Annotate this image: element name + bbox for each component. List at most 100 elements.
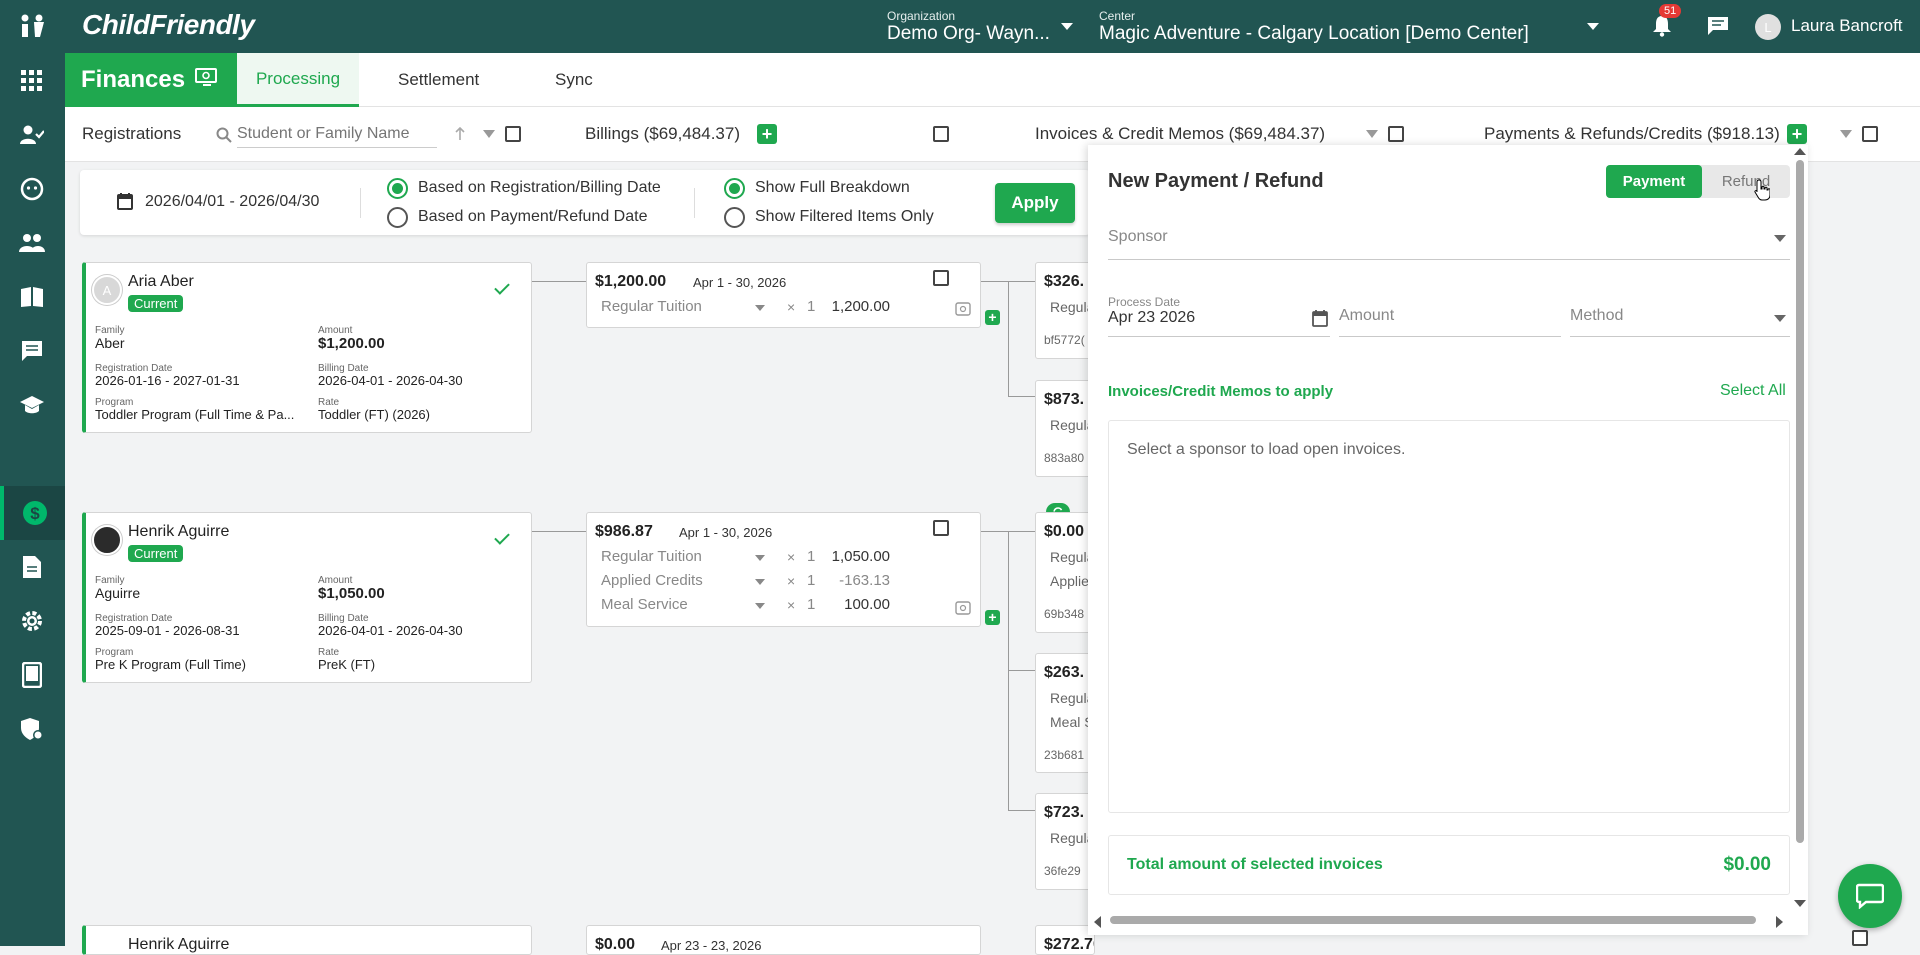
- scroll-down-arrow-icon[interactable]: [1794, 900, 1806, 907]
- scroll-right-arrow-icon[interactable]: [1776, 916, 1783, 928]
- search-input[interactable]: [237, 120, 437, 148]
- line-item-value[interactable]: 1,050.00: [810, 548, 890, 565]
- billing-card[interactable]: $1,200.00 Apr 1 - 30, 2026 Regular Tuiti…: [586, 262, 981, 328]
- radio-filtered-only[interactable]: [724, 207, 745, 228]
- billing-checkbox[interactable]: [933, 520, 949, 536]
- line-item-select[interactable]: Regular Tuition: [601, 548, 702, 565]
- dollar-icon[interactable]: $: [0, 486, 65, 540]
- shield-settings-icon[interactable]: [14, 711, 50, 747]
- book-icon[interactable]: [14, 279, 50, 315]
- add-line-item-button[interactable]: +: [985, 310, 1000, 325]
- gear-icon[interactable]: [14, 603, 50, 639]
- line-item-select[interactable]: Regular Tuition: [601, 298, 702, 315]
- registrations-select-all-checkbox[interactable]: [505, 126, 521, 142]
- organization-select[interactable]: Demo Org- Wayn...: [887, 23, 1050, 45]
- monitor-cash-icon[interactable]: [195, 66, 219, 94]
- invoice-line: Applie: [1050, 573, 1089, 589]
- radio-payment-date-label[interactable]: Based on Payment/Refund Date: [418, 208, 647, 226]
- center-select[interactable]: Magic Adventure - Calgary Location [Demo…: [1099, 23, 1529, 45]
- radio-full-breakdown-label[interactable]: Show Full Breakdown: [755, 179, 910, 197]
- chevron-down-icon[interactable]: [755, 603, 765, 609]
- add-billing-button[interactable]: +: [757, 124, 777, 144]
- chat-support-button[interactable]: [1838, 864, 1902, 928]
- center-chevron-icon[interactable]: [1587, 23, 1599, 30]
- vertical-scrollbar[interactable]: [1796, 160, 1804, 843]
- bell-icon[interactable]: [1652, 15, 1672, 42]
- amount-value: $1,050.00: [318, 585, 385, 602]
- radio-registration-date[interactable]: [387, 178, 408, 199]
- invoice-card[interactable]: $0.00 Regula Applie 69b348: [1035, 512, 1095, 633]
- apply-button[interactable]: Apply: [995, 183, 1075, 223]
- chevron-down-icon[interactable]: [755, 579, 765, 585]
- registrations-filter-icon[interactable]: [483, 130, 495, 138]
- calendar-icon[interactable]: [117, 192, 133, 215]
- invoice-id: 69b348: [1044, 607, 1085, 621]
- avatar[interactable]: L: [1755, 14, 1781, 40]
- chevron-down-icon[interactable]: [755, 305, 765, 311]
- tab-settlement[interactable]: Settlement: [398, 53, 479, 107]
- billing-card[interactable]: $986.87 Apr 1 - 30, 2026 Regular Tuition…: [586, 512, 981, 627]
- receipt-icon[interactable]: [955, 601, 971, 620]
- horizontal-scrollbar[interactable]: [1110, 916, 1756, 924]
- invoices-filter-icon[interactable]: [1366, 130, 1378, 138]
- scroll-left-arrow-icon[interactable]: [1094, 916, 1101, 928]
- registration-card[interactable]: Henrik Aguirre: [82, 925, 532, 955]
- radio-payment-date[interactable]: [387, 207, 408, 228]
- date-range[interactable]: 2026/04/01 - 2026/04/30: [145, 193, 319, 211]
- radio-registration-date-label[interactable]: Based on Registration/Billing Date: [418, 179, 661, 197]
- method-select[interactable]: Method: [1570, 295, 1790, 337]
- radio-full-breakdown[interactable]: [724, 178, 745, 199]
- chevron-down-icon[interactable]: [1774, 315, 1786, 322]
- rate-value: PreK (FT): [318, 657, 376, 672]
- tab-processing[interactable]: Processing: [237, 53, 359, 107]
- add-payment-button[interactable]: +: [1787, 124, 1807, 144]
- line-item-value[interactable]: -163.13: [810, 572, 890, 589]
- organization-chevron-icon[interactable]: [1061, 23, 1073, 30]
- sort-arrow-icon[interactable]: [454, 126, 466, 146]
- chat-icon[interactable]: [14, 333, 50, 369]
- line-item-value[interactable]: 1,200.00: [810, 298, 890, 315]
- people-icon[interactable]: [14, 225, 50, 261]
- billings-select-all-checkbox[interactable]: [933, 126, 949, 142]
- payment-toggle-button[interactable]: Payment: [1606, 165, 1702, 198]
- refund-toggle-button[interactable]: Refund: [1702, 165, 1790, 198]
- process-date-field[interactable]: Process Date Apr 23 2026: [1108, 295, 1330, 337]
- chevron-down-icon[interactable]: [755, 555, 765, 561]
- tab-sync[interactable]: Sync: [555, 53, 593, 107]
- scroll-up-arrow-icon[interactable]: [1794, 148, 1806, 155]
- face-icon[interactable]: [14, 171, 50, 207]
- chevron-down-icon[interactable]: [1774, 235, 1786, 242]
- payments-filter-icon[interactable]: [1840, 130, 1852, 138]
- invoice-card[interactable]: $873. Regula 883a80: [1035, 380, 1095, 477]
- registration-card[interactable]: Henrik Aguirre Current Family Aguirre Am…: [82, 512, 532, 683]
- add-line-item-button[interactable]: +: [985, 610, 1000, 625]
- apps-icon[interactable]: [14, 63, 50, 99]
- messages-icon[interactable]: [1707, 16, 1729, 41]
- payments-select-all-checkbox[interactable]: [1862, 126, 1878, 142]
- school-icon[interactable]: [14, 387, 50, 423]
- invoice-card[interactable]: $272.76: [1035, 925, 1095, 955]
- receipt-icon[interactable]: [955, 302, 971, 321]
- document-icon[interactable]: [14, 549, 50, 585]
- amount-field[interactable]: Amount: [1339, 295, 1561, 337]
- payment-checkbox[interactable]: [1852, 930, 1868, 946]
- invoices-select-all-checkbox[interactable]: [1388, 126, 1404, 142]
- line-item-select[interactable]: Applied Credits: [601, 572, 703, 589]
- user-name[interactable]: Laura Bancroft: [1791, 16, 1903, 36]
- billing-card[interactable]: $0.00 Apr 23 - 23, 2026: [586, 925, 981, 955]
- invoice-card[interactable]: $723. Regula 36fe29: [1035, 793, 1095, 890]
- process-date-value[interactable]: Apr 23 2026: [1108, 309, 1195, 327]
- invoice-card[interactable]: $326. Regula bf5772(: [1035, 262, 1095, 359]
- calendar-icon[interactable]: [1312, 309, 1328, 332]
- registration-card[interactable]: A Aria Aber Current Family Aber Amount $…: [82, 262, 532, 433]
- billing-checkbox[interactable]: [933, 270, 949, 286]
- sponsor-select[interactable]: Sponsor: [1108, 220, 1790, 260]
- line-item-select[interactable]: Meal Service: [601, 596, 688, 613]
- select-all-link[interactable]: Select All: [1720, 382, 1786, 400]
- radio-filtered-only-label[interactable]: Show Filtered Items Only: [755, 208, 934, 226]
- app-logo-icon[interactable]: [19, 13, 45, 44]
- tablet-icon[interactable]: [14, 657, 50, 693]
- line-item-value[interactable]: 100.00: [810, 596, 890, 613]
- child-check-icon[interactable]: [14, 117, 50, 153]
- invoice-card[interactable]: $263. Regula Meal S 23b681: [1035, 653, 1095, 773]
